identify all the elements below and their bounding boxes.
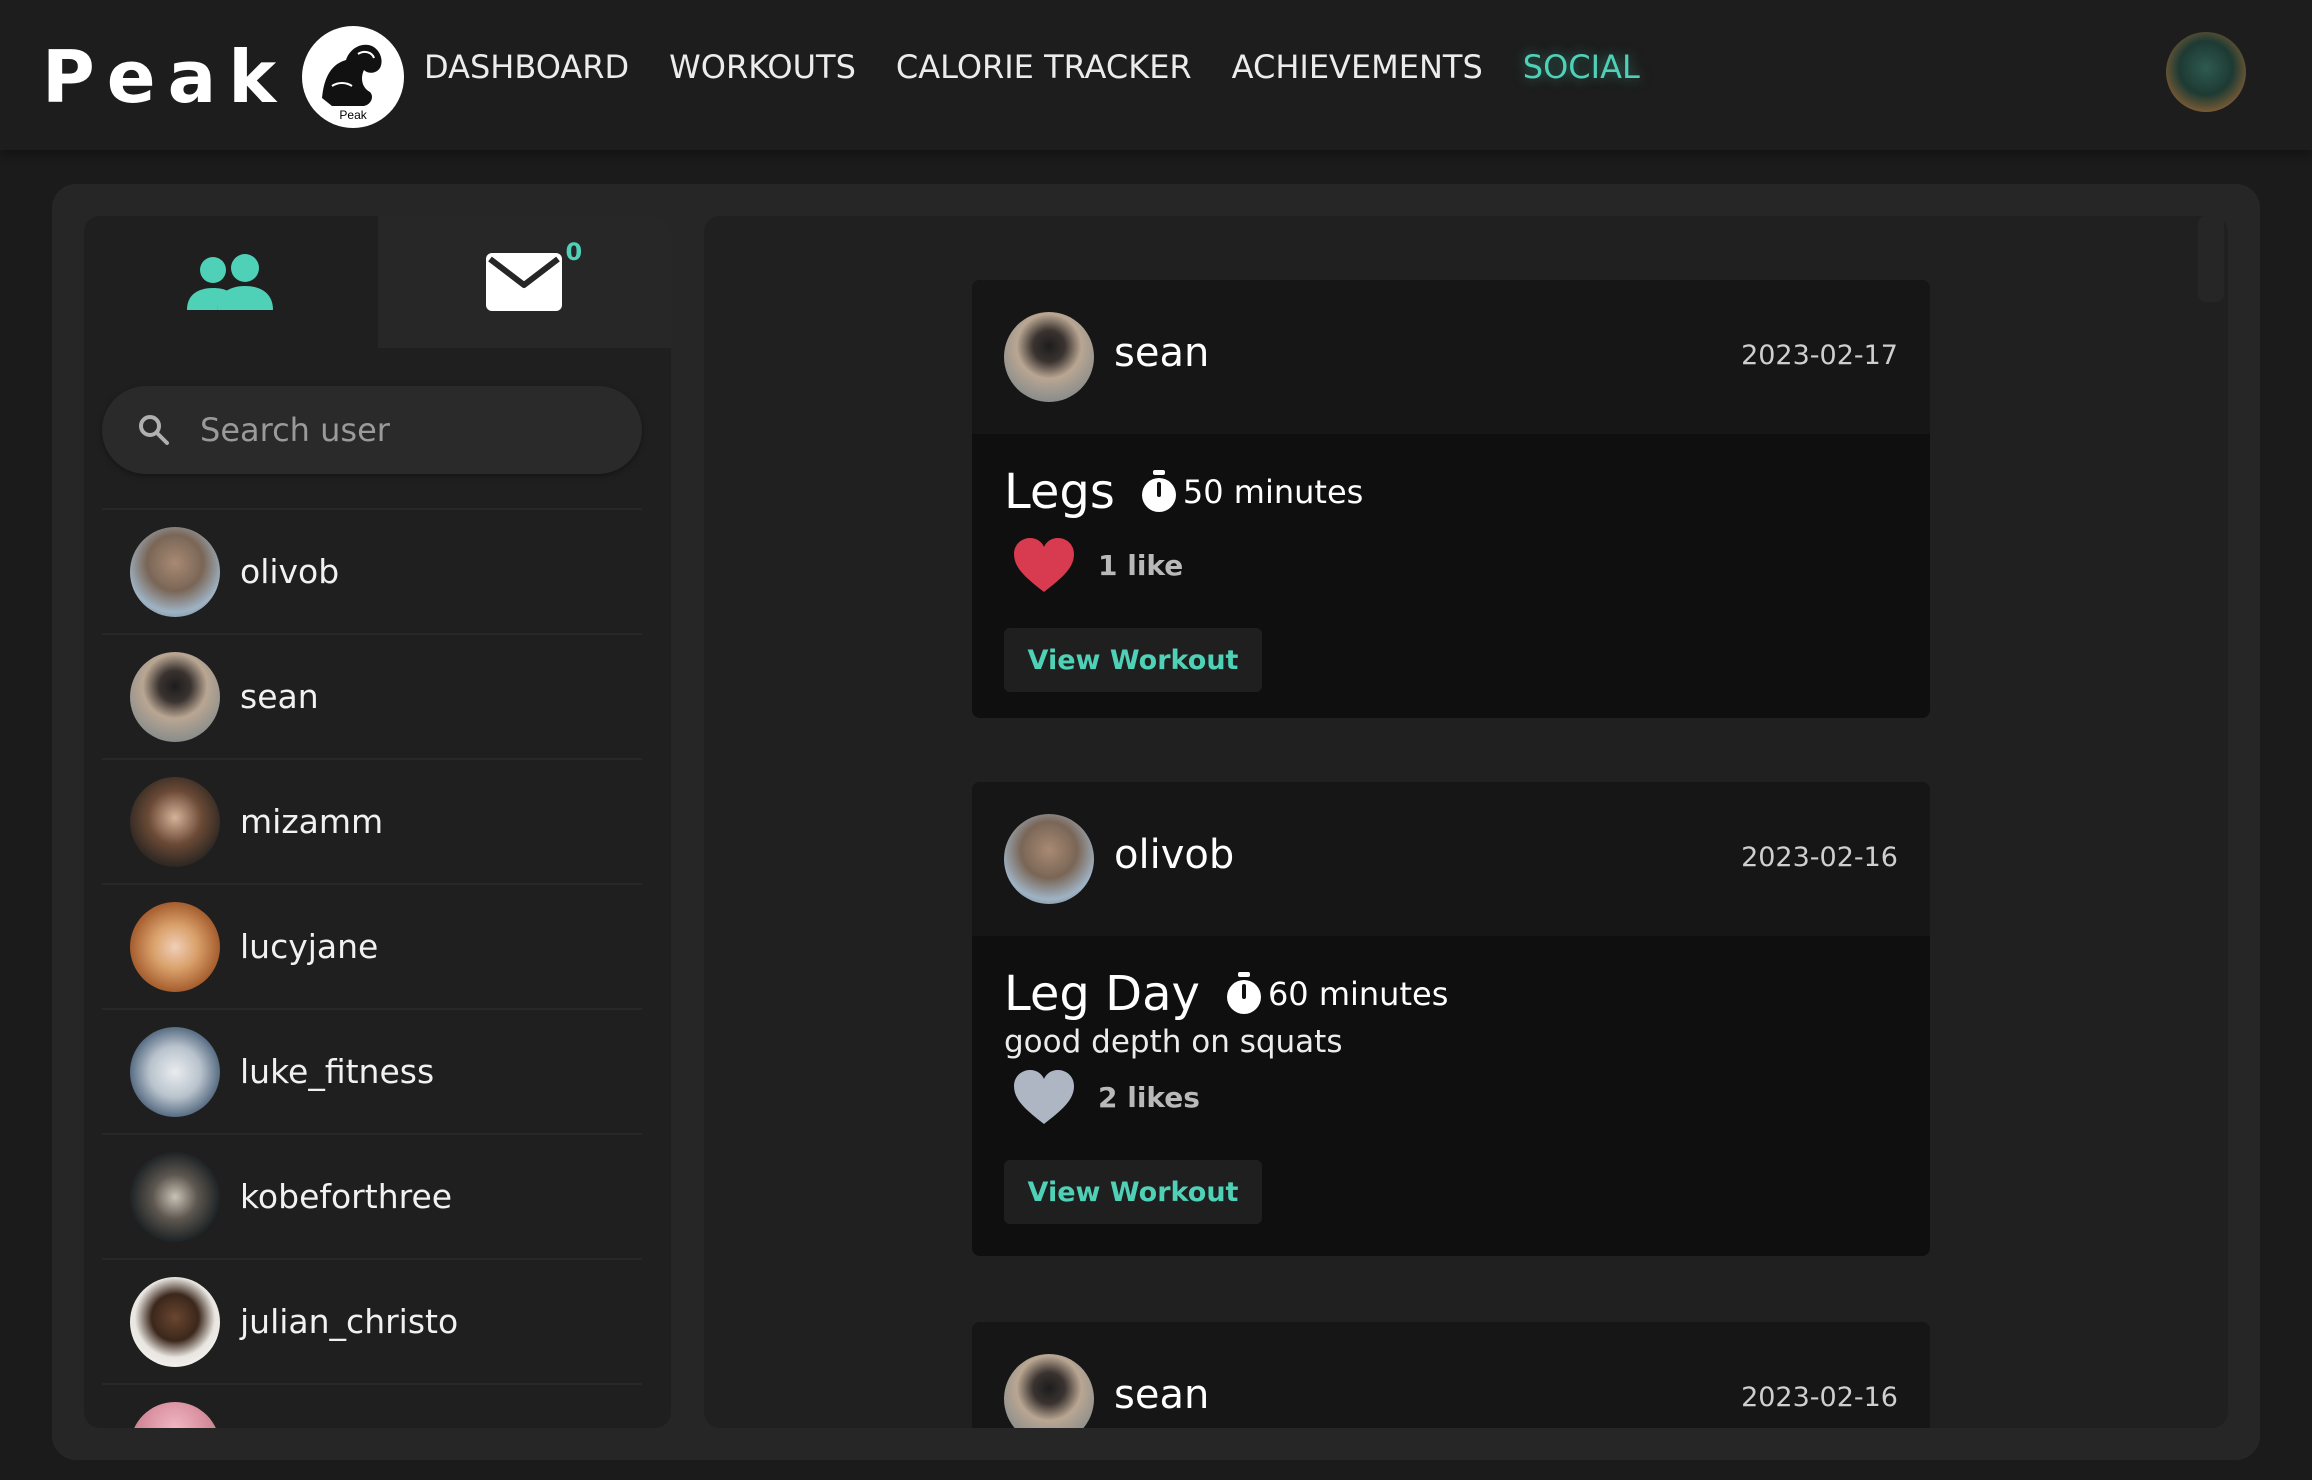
top-navbar: Peak Peak DASHBOARD WORKOUTS CALORIE TRA… xyxy=(0,0,2312,150)
user-item-kobeforthree[interactable]: kobeforthree xyxy=(102,1133,642,1258)
tab-friends[interactable] xyxy=(84,216,378,348)
avatar xyxy=(130,901,220,992)
post-date: 2023-02-16 xyxy=(1741,1382,1898,1413)
sidebar-tabs: 0 xyxy=(84,216,671,348)
brand-logo: Peak xyxy=(302,26,405,128)
workout-duration: 60 minutes xyxy=(1267,975,1449,1013)
stopwatch-icon xyxy=(1226,972,1261,1014)
friends-sidebar: 0 olivob sean mizamm lucyjane luke_fitne… xyxy=(84,216,671,1428)
brand-logo-text: Peak xyxy=(339,108,367,122)
view-workout-button[interactable]: View Workout xyxy=(1004,628,1262,692)
user-item-julian_christo[interactable]: julian_christo xyxy=(102,1258,642,1383)
feed-post: sean 2023-02-16 xyxy=(972,1322,1930,1428)
main-nav: DASHBOARD WORKOUTS CALORIE TRACKER ACHIE… xyxy=(424,48,1640,86)
search-icon xyxy=(139,415,169,445)
post-caption: good depth on squats xyxy=(1004,1024,1343,1060)
avatar xyxy=(130,776,220,867)
avatar xyxy=(130,651,220,742)
workout-title-line: Legs 50 minutes xyxy=(1004,464,1898,520)
user-item-olivob[interactable]: olivob xyxy=(102,508,642,633)
like-line: 1 like xyxy=(1004,536,1898,594)
avatar xyxy=(130,1276,220,1367)
avatar[interactable] xyxy=(1004,814,1094,904)
user-name: luke_fitness xyxy=(240,1052,435,1091)
like-count: 1 like xyxy=(1098,548,1184,582)
user-name: julian_christo xyxy=(240,1302,459,1341)
feed-post: olivob 2023-02-16 Leg Day 60 minutes goo… xyxy=(972,782,1930,1256)
user-item-lucyjane[interactable]: lucyjane xyxy=(102,883,642,1008)
user-name: sean xyxy=(240,677,319,716)
user-list: olivob sean mizamm lucyjane luke_fitness… xyxy=(102,508,642,1428)
feed-scrollbar[interactable] xyxy=(2198,216,2224,302)
workout-name: Leg Day xyxy=(1004,966,1200,1022)
nav-social[interactable]: SOCIAL xyxy=(1523,48,1640,86)
like-count: 2 likes xyxy=(1098,1080,1200,1114)
feed-post: sean 2023-02-17 Legs 50 minutes 1 like V… xyxy=(972,280,1930,718)
avatar xyxy=(130,526,220,617)
avatar[interactable] xyxy=(1004,312,1094,402)
brand-name: Peak xyxy=(42,35,289,119)
stopwatch-icon xyxy=(1141,470,1176,512)
avatar xyxy=(130,1026,220,1117)
view-workout-button[interactable]: View Workout xyxy=(1004,1160,1262,1224)
search-user-input[interactable] xyxy=(200,411,620,449)
like-line: 2 likes xyxy=(1004,1068,1898,1126)
heart-unliked-icon[interactable] xyxy=(1012,1068,1076,1126)
user-item-partial[interactable] xyxy=(102,1383,642,1428)
user-name: olivob xyxy=(240,552,340,591)
user-item-sean[interactable]: sean xyxy=(102,633,642,758)
user-search-bar xyxy=(102,386,642,474)
user-item-mizamm[interactable]: mizamm xyxy=(102,758,642,883)
social-feed[interactable]: sean 2023-02-17 Legs 50 minutes 1 like V… xyxy=(704,216,2228,1428)
nav-calorie-tracker[interactable]: CALORIE TRACKER xyxy=(896,48,1192,86)
post-date: 2023-02-16 xyxy=(1741,842,1898,873)
post-username[interactable]: sean xyxy=(1114,1372,1209,1418)
tab-messages[interactable]: 0 xyxy=(377,216,671,348)
message-count-badge: 0 xyxy=(565,238,583,266)
user-item-luke_fitness[interactable]: luke_fitness xyxy=(102,1008,642,1133)
brand[interactable]: Peak Peak xyxy=(42,22,405,132)
post-header: sean 2023-02-17 xyxy=(972,280,1930,434)
profile-avatar[interactable] xyxy=(2166,32,2246,112)
user-name: mizamm xyxy=(240,802,384,841)
post-header: olivob 2023-02-16 xyxy=(972,782,1930,936)
post-body: Leg Day 60 minutes good depth on squats … xyxy=(972,966,1930,1224)
nav-workouts[interactable]: WORKOUTS xyxy=(669,48,856,86)
mail-icon xyxy=(486,253,563,311)
post-username[interactable]: olivob xyxy=(1114,832,1234,878)
avatar xyxy=(130,1401,220,1428)
avatar xyxy=(130,1151,220,1242)
post-body: Legs 50 minutes 1 like View Workout xyxy=(972,464,1930,692)
avatar[interactable] xyxy=(1004,1354,1094,1428)
user-name: lucyjane xyxy=(240,927,379,966)
users-icon xyxy=(186,254,273,310)
user-name: kobeforthree xyxy=(240,1177,453,1216)
workout-name: Legs xyxy=(1004,464,1115,520)
heart-liked-icon[interactable] xyxy=(1012,536,1076,594)
post-username[interactable]: sean xyxy=(1114,330,1209,376)
post-date: 2023-02-17 xyxy=(1741,340,1898,371)
nav-achievements[interactable]: ACHIEVEMENTS xyxy=(1232,48,1483,86)
workout-duration: 50 minutes xyxy=(1182,473,1364,511)
post-header: sean 2023-02-16 xyxy=(972,1322,1930,1428)
workout-title-line: Leg Day 60 minutes xyxy=(1004,966,1898,1022)
nav-dashboard[interactable]: DASHBOARD xyxy=(424,48,629,86)
